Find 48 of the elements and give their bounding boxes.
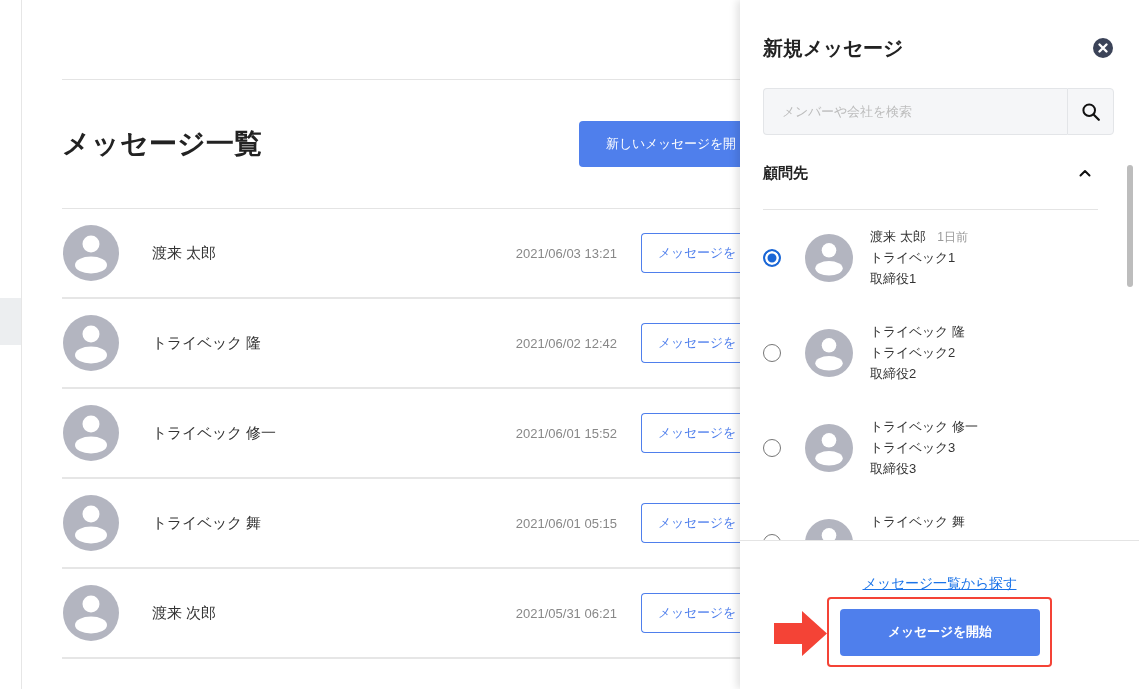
member-role: 取締役3 xyxy=(870,460,918,478)
member-name: トライベック 修一 xyxy=(870,419,978,434)
company-name: トライベック2 xyxy=(870,344,957,362)
radio-button[interactable] xyxy=(763,343,781,362)
company-name: トライベック3 xyxy=(870,439,957,457)
message-datetime: 2021/06/03 13:21 xyxy=(515,245,617,261)
view-message-button[interactable]: メッセージを xyxy=(641,593,740,633)
view-message-button[interactable]: メッセージを xyxy=(641,323,740,363)
member-name: トライベック 舞 xyxy=(870,514,965,529)
view-message-button[interactable]: メッセージを xyxy=(641,413,740,453)
search-icon xyxy=(1081,102,1100,121)
section-title: 顧問先 xyxy=(763,163,808,183)
member-role: 取締役2 xyxy=(870,365,918,383)
view-message-button[interactable]: メッセージを xyxy=(641,503,740,543)
avatar-icon xyxy=(63,495,119,551)
member-name: トライベック 隆 xyxy=(870,324,965,339)
chevron-icon[interactable] xyxy=(1079,169,1091,177)
start-message-button[interactable]: メッセージを開始 xyxy=(839,608,1040,656)
avatar-icon xyxy=(63,585,119,641)
contact-name: トライベック 隆 xyxy=(152,333,263,353)
view-message-button[interactable]: メッセージを xyxy=(641,233,740,273)
contact-name: 渡来 太郎 xyxy=(152,243,218,263)
message-datetime: 2021/06/01 05:15 xyxy=(515,515,617,531)
search-button[interactable] xyxy=(1067,88,1114,135)
close-icon[interactable] xyxy=(1093,38,1113,58)
avatar-icon xyxy=(63,405,119,461)
avatar-icon xyxy=(805,233,853,282)
scrollbar-thumb[interactable] xyxy=(1127,165,1133,287)
company-name: トライベック1 xyxy=(870,249,957,267)
panel-title: 新規メッセージ xyxy=(763,36,903,61)
contact-name: トライベック 舞 xyxy=(152,513,263,533)
page-title: メッセージ一覧 xyxy=(62,127,262,161)
browse-messages-link[interactable]: メッセージ一覧から探す xyxy=(862,573,1017,593)
avatar-icon xyxy=(63,315,119,371)
avatar-icon xyxy=(805,328,853,377)
member-name: 渡来 太郎 xyxy=(870,229,926,244)
radio-button[interactable] xyxy=(763,248,781,267)
radio-button[interactable] xyxy=(763,438,781,457)
new-message-button[interactable]: 新しいメッセージを開 xyxy=(579,120,740,167)
contact-name: 渡来 次郎 xyxy=(152,603,218,623)
message-datetime: 2021/06/01 15:52 xyxy=(515,425,617,441)
message-datetime: 2021/05/31 06:21 xyxy=(515,605,617,621)
last-active-time: 1日前 xyxy=(937,230,968,244)
member-role: 取締役1 xyxy=(870,270,918,288)
contact-name: トライベック 修一 xyxy=(152,423,278,443)
message-datetime: 2021/06/02 12:42 xyxy=(515,335,617,351)
avatar-icon xyxy=(805,423,853,472)
avatar-icon xyxy=(63,225,119,281)
